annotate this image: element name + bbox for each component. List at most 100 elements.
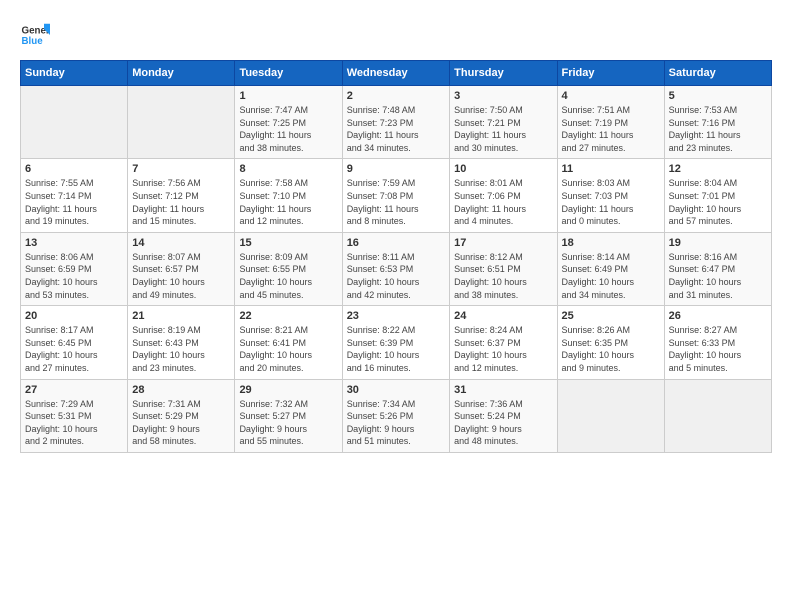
day-number: 1 xyxy=(239,90,337,102)
day-number: 9 xyxy=(347,163,445,175)
calendar-cell xyxy=(664,379,771,452)
day-detail: Sunrise: 7:56 AM Sunset: 7:12 PM Dayligh… xyxy=(132,177,230,227)
calendar-cell: 31 Sunrise: 7:36 AM Sunset: 5:24 PM Dayli… xyxy=(450,379,557,452)
calendar-cell: 27 Sunrise: 7:29 AM Sunset: 5:31 PM Dayli… xyxy=(21,379,128,452)
day-detail: Sunrise: 7:31 AM Sunset: 5:29 PM Dayligh… xyxy=(132,398,230,448)
calendar-cell: 23 Sunrise: 8:22 AM Sunset: 6:39 PM Dayli… xyxy=(342,306,449,379)
day-number: 31 xyxy=(454,384,552,396)
calendar-cell: 28 Sunrise: 7:31 AM Sunset: 5:29 PM Dayli… xyxy=(128,379,235,452)
day-number: 20 xyxy=(25,310,123,322)
calendar-week-row: 13Sunrise: 8:06 AM Sunset: 6:59 PM Dayli… xyxy=(21,232,772,305)
day-detail: Sunrise: 7:34 AM Sunset: 5:26 PM Dayligh… xyxy=(347,398,445,448)
day-detail: Sunrise: 8:12 AM Sunset: 6:51 PM Dayligh… xyxy=(454,251,552,301)
day-number: 27 xyxy=(25,384,123,396)
day-detail: Sunrise: 8:06 AM Sunset: 6:59 PM Dayligh… xyxy=(25,251,123,301)
calendar-cell: 14Sunrise: 8:07 AM Sunset: 6:57 PM Dayli… xyxy=(128,232,235,305)
day-number: 8 xyxy=(239,163,337,175)
weekday-header-wednesday: Wednesday xyxy=(342,61,449,86)
day-detail: Sunrise: 8:19 AM Sunset: 6:43 PM Dayligh… xyxy=(132,324,230,374)
weekday-header-friday: Friday xyxy=(557,61,664,86)
calendar-cell xyxy=(557,379,664,452)
weekday-header-sunday: Sunday xyxy=(21,61,128,86)
day-detail: Sunrise: 7:29 AM Sunset: 5:31 PM Dayligh… xyxy=(25,398,123,448)
day-number: 19 xyxy=(669,237,767,249)
day-detail: Sunrise: 8:11 AM Sunset: 6:53 PM Dayligh… xyxy=(347,251,445,301)
day-number: 6 xyxy=(25,163,123,175)
calendar-week-row: 6 Sunrise: 7:55 AM Sunset: 7:14 PM Daylig… xyxy=(21,159,772,232)
calendar-week-row: 1Sunrise: 7:47 AM Sunset: 7:25 PM Daylig… xyxy=(21,86,772,159)
calendar-cell: 24 Sunrise: 8:24 AM Sunset: 6:37 PM Dayli… xyxy=(450,306,557,379)
day-detail: Sunrise: 8:22 AM Sunset: 6:39 PM Dayligh… xyxy=(347,324,445,374)
logo-icon: General Blue xyxy=(20,20,50,50)
calendar-week-row: 27 Sunrise: 7:29 AM Sunset: 5:31 PM Dayli… xyxy=(21,379,772,452)
day-detail: Sunrise: 7:59 AM Sunset: 7:08 PM Dayligh… xyxy=(347,177,445,227)
calendar-cell: 17 Sunrise: 8:12 AM Sunset: 6:51 PM Dayli… xyxy=(450,232,557,305)
day-number: 3 xyxy=(454,90,552,102)
calendar-cell: 5Sunrise: 7:53 AM Sunset: 7:16 PM Daylig… xyxy=(664,86,771,159)
day-detail: Sunrise: 8:27 AM Sunset: 6:33 PM Dayligh… xyxy=(669,324,767,374)
day-number: 11 xyxy=(562,163,660,175)
weekday-header-monday: Monday xyxy=(128,61,235,86)
day-number: 18 xyxy=(562,237,660,249)
calendar-table: SundayMondayTuesdayWednesdayThursdayFrid… xyxy=(20,60,772,453)
day-number: 22 xyxy=(239,310,337,322)
day-number: 5 xyxy=(669,90,767,102)
calendar-cell: 8 Sunrise: 7:58 AM Sunset: 7:10 PM Daylig… xyxy=(235,159,342,232)
svg-text:Blue: Blue xyxy=(22,36,44,47)
day-detail: Sunrise: 8:01 AM Sunset: 7:06 PM Dayligh… xyxy=(454,177,552,227)
day-number: 29 xyxy=(239,384,337,396)
calendar-cell: 13Sunrise: 8:06 AM Sunset: 6:59 PM Dayli… xyxy=(21,232,128,305)
day-number: 25 xyxy=(562,310,660,322)
day-detail: Sunrise: 7:58 AM Sunset: 7:10 PM Dayligh… xyxy=(239,177,337,227)
calendar-cell: 12Sunrise: 8:04 AM Sunset: 7:01 PM Dayli… xyxy=(664,159,771,232)
day-number: 12 xyxy=(669,163,767,175)
calendar-week-row: 20 Sunrise: 8:17 AM Sunset: 6:45 PM Dayli… xyxy=(21,306,772,379)
calendar-cell: 19 Sunrise: 8:16 AM Sunset: 6:47 PM Dayli… xyxy=(664,232,771,305)
calendar-cell: 16Sunrise: 8:11 AM Sunset: 6:53 PM Dayli… xyxy=(342,232,449,305)
calendar-cell: 26 Sunrise: 8:27 AM Sunset: 6:33 PM Dayli… xyxy=(664,306,771,379)
day-detail: Sunrise: 8:26 AM Sunset: 6:35 PM Dayligh… xyxy=(562,324,660,374)
day-detail: Sunrise: 7:36 AM Sunset: 5:24 PM Dayligh… xyxy=(454,398,552,448)
weekday-header-thursday: Thursday xyxy=(450,61,557,86)
day-detail: Sunrise: 8:14 AM Sunset: 6:49 PM Dayligh… xyxy=(562,251,660,301)
day-detail: Sunrise: 8:17 AM Sunset: 6:45 PM Dayligh… xyxy=(25,324,123,374)
day-detail: Sunrise: 7:48 AM Sunset: 7:23 PM Dayligh… xyxy=(347,104,445,154)
calendar-cell: 30 Sunrise: 7:34 AM Sunset: 5:26 PM Dayli… xyxy=(342,379,449,452)
day-number: 24 xyxy=(454,310,552,322)
day-detail: Sunrise: 8:03 AM Sunset: 7:03 PM Dayligh… xyxy=(562,177,660,227)
calendar-cell: 10Sunrise: 8:01 AM Sunset: 7:06 PM Dayli… xyxy=(450,159,557,232)
day-detail: Sunrise: 8:09 AM Sunset: 6:55 PM Dayligh… xyxy=(239,251,337,301)
day-detail: Sunrise: 7:51 AM Sunset: 7:19 PM Dayligh… xyxy=(562,104,660,154)
day-detail: Sunrise: 7:55 AM Sunset: 7:14 PM Dayligh… xyxy=(25,177,123,227)
calendar-cell: 4 Sunrise: 7:51 AM Sunset: 7:19 PM Daylig… xyxy=(557,86,664,159)
calendar-cell: 25 Sunrise: 8:26 AM Sunset: 6:35 PM Dayli… xyxy=(557,306,664,379)
day-number: 17 xyxy=(454,237,552,249)
calendar-body: 1Sunrise: 7:47 AM Sunset: 7:25 PM Daylig… xyxy=(21,86,772,453)
calendar-cell: 22 Sunrise: 8:21 AM Sunset: 6:41 PM Dayli… xyxy=(235,306,342,379)
day-number: 4 xyxy=(562,90,660,102)
calendar-cell: 2Sunrise: 7:48 AM Sunset: 7:23 PM Daylig… xyxy=(342,86,449,159)
calendar-cell: 3 Sunrise: 7:50 AM Sunset: 7:21 PM Daylig… xyxy=(450,86,557,159)
calendar-cell xyxy=(128,86,235,159)
day-number: 23 xyxy=(347,310,445,322)
calendar-cell: 21 Sunrise: 8:19 AM Sunset: 6:43 PM Dayli… xyxy=(128,306,235,379)
day-detail: Sunrise: 8:16 AM Sunset: 6:47 PM Dayligh… xyxy=(669,251,767,301)
day-number: 30 xyxy=(347,384,445,396)
day-number: 26 xyxy=(669,310,767,322)
calendar-cell: 18 Sunrise: 8:14 AM Sunset: 6:49 PM Dayli… xyxy=(557,232,664,305)
calendar-cell: 6 Sunrise: 7:55 AM Sunset: 7:14 PM Daylig… xyxy=(21,159,128,232)
day-detail: Sunrise: 7:50 AM Sunset: 7:21 PM Dayligh… xyxy=(454,104,552,154)
day-detail: Sunrise: 8:24 AM Sunset: 6:37 PM Dayligh… xyxy=(454,324,552,374)
calendar-cell: 7Sunrise: 7:56 AM Sunset: 7:12 PM Daylig… xyxy=(128,159,235,232)
day-number: 21 xyxy=(132,310,230,322)
weekday-header-tuesday: Tuesday xyxy=(235,61,342,86)
calendar-cell xyxy=(21,86,128,159)
calendar-cell: 9 Sunrise: 7:59 AM Sunset: 7:08 PM Daylig… xyxy=(342,159,449,232)
calendar-cell: 15Sunrise: 8:09 AM Sunset: 6:55 PM Dayli… xyxy=(235,232,342,305)
page-header: General Blue xyxy=(20,20,772,50)
day-number: 28 xyxy=(132,384,230,396)
weekday-header-row: SundayMondayTuesdayWednesdayThursdayFrid… xyxy=(21,61,772,86)
day-number: 14 xyxy=(132,237,230,249)
day-detail: Sunrise: 7:32 AM Sunset: 5:27 PM Dayligh… xyxy=(239,398,337,448)
day-detail: Sunrise: 8:21 AM Sunset: 6:41 PM Dayligh… xyxy=(239,324,337,374)
